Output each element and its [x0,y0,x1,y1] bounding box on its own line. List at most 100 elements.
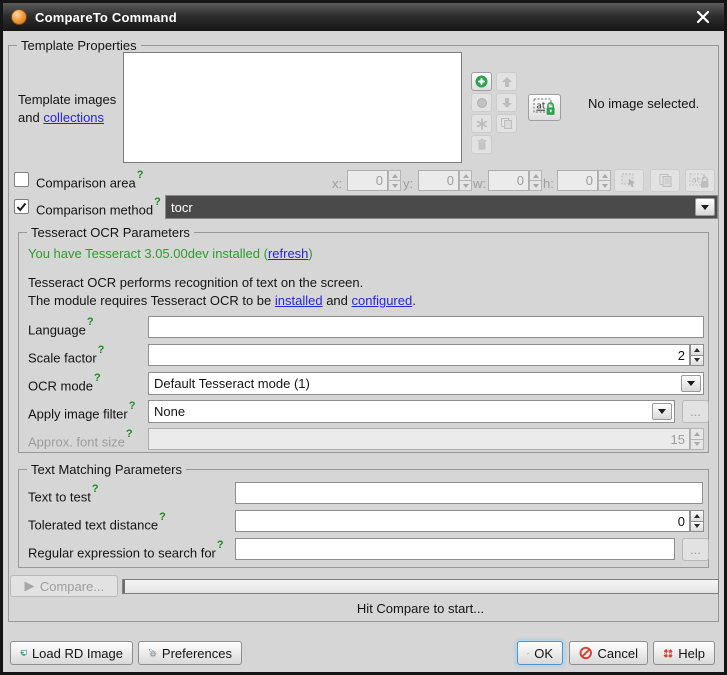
template-images-list[interactable] [123,52,462,163]
distance-input[interactable] [235,510,690,532]
preferences-button[interactable]: Preferences [138,641,242,665]
tesseract-legend: Tesseract OCR Parameters [27,225,194,240]
spin-up-button [459,170,472,181]
text-matching-legend: Text Matching Parameters [27,462,186,477]
area-w-label: w: [473,176,486,191]
language-label: Language? [28,320,94,337]
spin-down-button[interactable] [690,356,704,367]
duplicate-image-button [496,114,517,133]
area-x-spinner [388,170,401,191]
compareto-dialog: CompareTo Command Template Properties Te… [0,0,727,675]
titlebar[interactable]: CompareTo Command [3,3,724,31]
installed-link[interactable]: installed [275,293,323,308]
comparison-method-combo[interactable]: tocr [165,195,718,219]
arrow-down-icon [501,97,513,109]
edit-image-button [471,114,492,133]
select-region-icon [621,173,637,188]
spin-up-button [690,428,704,440]
plus-icon [475,75,488,88]
text-to-test-help-icon[interactable]: ? [92,483,99,495]
block-icon [579,646,593,660]
arrow-up-icon [501,76,513,88]
check-mark-icon [16,202,27,212]
language-help-icon[interactable]: ? [87,316,94,328]
load-image-icon [20,645,27,661]
image-filter-combo[interactable]: None [148,400,675,423]
cancel-button[interactable]: Cancel [569,641,648,665]
ocr-mode-combo[interactable]: Default Tesseract mode (1) [148,372,704,395]
comparison-method-checkbox[interactable] [14,199,29,214]
text-lock-button[interactable]: at [528,94,561,121]
spin-up-button [529,170,542,181]
font-size-help-icon: ? [126,428,133,440]
spin-down-button [388,181,401,191]
area-y-spinner [459,170,472,191]
scale-factor-label: Scale factor? [28,348,104,365]
scale-factor-input[interactable] [148,344,690,366]
image-filter-more-button: ... [682,400,709,423]
ocr-mode-help-icon[interactable]: ? [94,372,101,384]
template-images-label-line2: and collections [18,110,104,125]
select-area-button [614,169,644,192]
ocr-mode-value: Default Tesseract mode (1) [154,376,310,391]
record-icon [476,97,488,109]
comparison-method-value: tocr [171,200,193,215]
spin-down-button [529,181,542,191]
dialog-body: CompareTo Command Template Properties Te… [3,3,724,672]
chevron-down-icon[interactable] [652,403,672,420]
comparison-method-help-icon[interactable]: ? [154,196,161,208]
regex-help-icon[interactable]: ? [217,539,224,551]
template-images-label-line1: Template images [18,92,116,107]
regex-input[interactable] [235,538,675,560]
move-up-button [496,72,517,91]
image-filter-label: Apply image filter? [28,404,135,421]
load-rd-image-button[interactable]: Load RD Image [10,641,133,665]
close-icon[interactable] [694,8,712,26]
text-lock-gray-icon: at [689,173,711,189]
add-image-button[interactable] [471,72,492,91]
life-ring-icon [663,646,673,661]
delete-image-button [471,135,492,154]
trash-icon [476,138,488,151]
area-w-spinner [529,170,542,191]
window-title: CompareTo Command [35,10,177,25]
text-to-test-label: Text to test? [28,487,99,504]
spin-down-button[interactable] [690,522,704,533]
image-filter-help-icon[interactable]: ? [129,400,136,412]
font-size-label: Approx. font size? [28,432,133,449]
scale-factor-help-icon[interactable]: ? [98,344,105,356]
area-w-input [488,170,529,191]
area-text-lock-button: at [685,169,715,192]
distance-spinner[interactable] [690,510,704,532]
move-down-button [496,93,517,112]
ok-button[interactable]: OK [517,641,563,665]
capture-image-button [471,93,492,112]
distance-help-icon[interactable]: ? [159,511,166,523]
scale-factor-spinner[interactable] [690,344,704,366]
spin-up-button[interactable] [690,510,704,522]
language-input[interactable] [148,316,704,338]
chevron-down-icon[interactable] [681,375,701,392]
area-h-input [557,170,598,191]
comparison-area-help-icon[interactable]: ? [137,169,144,181]
refresh-link[interactable]: refresh [268,246,308,261]
collections-link[interactable]: collections [43,110,104,125]
tesseract-description-line1: Tesseract OCR performs recognition of te… [28,275,363,290]
text-to-test-input[interactable] [235,482,703,504]
check-icon [527,648,529,659]
comparison-area-checkbox[interactable] [14,172,29,187]
copy-icon [500,117,513,130]
help-button[interactable]: Help [653,641,715,665]
area-x-input [347,170,388,191]
spin-up-button [388,170,401,181]
chevron-down-icon[interactable] [695,198,715,216]
configured-link[interactable]: configured [352,293,413,308]
spin-up-button[interactable] [690,344,704,356]
area-h-label: h: [543,176,554,191]
area-h-spinner [598,170,611,191]
text-lock-icon: at [533,98,557,117]
copy-pages-icon [658,173,673,188]
app-icon [11,9,27,25]
ocr-mode-label: OCR mode? [28,376,101,393]
compare-progress-bar [122,579,719,594]
